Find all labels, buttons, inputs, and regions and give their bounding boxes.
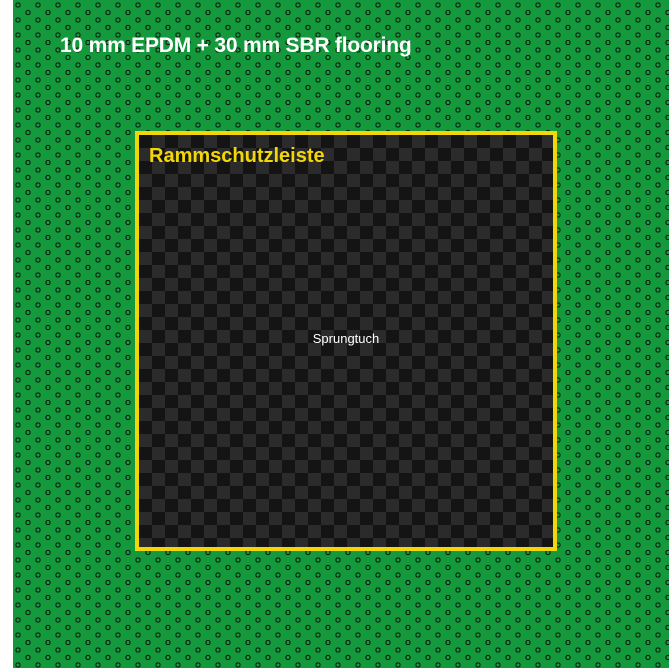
jumping-mat-label: Sprungtuch — [312, 331, 380, 346]
flooring-label: 10 mm EPDM + 30 mm SBR flooring — [60, 34, 412, 57]
diagram-canvas: 10 mm EPDM + 30 mm SBR flooring Rammschu… — [0, 0, 669, 668]
frame-padding-label: Rammschutzleiste — [149, 145, 325, 167]
left-margin-strip — [0, 0, 13, 668]
